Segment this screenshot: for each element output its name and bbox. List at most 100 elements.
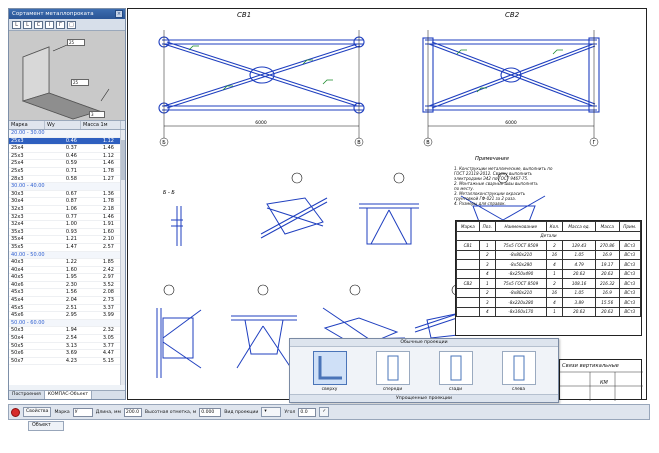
tab-kompas-object[interactable]: КОМПАС-Объект: [44, 391, 93, 399]
profile-library-panel: Сортамент металлопроката × L L C I Г □ 2…: [8, 8, 126, 400]
table-cell: [456, 249, 480, 260]
projection-left[interactable]: слева: [499, 351, 539, 395]
thickness-field[interactable]: 3: [89, 111, 105, 118]
table-row[interactable]: 45x6 2.95 3.99: [9, 312, 125, 320]
table-row[interactable]: 45x4 2.04 2.73: [9, 297, 125, 305]
table-cell: ВСт3: [618, 278, 642, 289]
popup-footer[interactable]: Упрощенные проекции: [290, 394, 558, 402]
table-row[interactable]: 25x3 0.46 1.12: [9, 153, 125, 161]
column-header-mark[interactable]: Марка: [9, 121, 45, 129]
table-cell: 4: [545, 297, 564, 308]
table-row[interactable]: 35x4 1.21 2.10: [9, 236, 125, 244]
table-cell: 50x3: [11, 327, 24, 334]
table-row[interactable]: 40x5 1.95 2.97: [9, 274, 125, 282]
projection-top[interactable]: сверху: [310, 351, 350, 395]
list-group-header[interactable]: 20.00 - 30.00: [9, 130, 125, 138]
table-row[interactable]: 40x3 1.22 1.85: [9, 259, 125, 267]
table-row[interactable]: 25x5 0.71 1.78: [9, 168, 125, 176]
table-cell: 3.13: [65, 342, 77, 349]
panel-title: Сортамент металлопроката: [12, 11, 94, 17]
table-row[interactable]: 50x7 4.23 5.15: [9, 358, 125, 366]
table-row[interactable]: 35x3 0.93 1.60: [9, 229, 125, 237]
table-cell: 1: [478, 278, 496, 289]
note-line: 4. Размеры для справок.: [454, 201, 506, 206]
table-cell: ВСт3: [618, 287, 642, 298]
angle-profile-icon[interactable]: L: [12, 21, 21, 29]
length-input[interactable]: 200.0: [123, 407, 142, 417]
unequal-angle-icon[interactable]: L: [23, 21, 32, 29]
table-cell: 1.78: [102, 167, 114, 174]
spec-header: Марка: [456, 221, 480, 232]
table-row[interactable]: 25x4 0.37 1.46: [9, 145, 125, 153]
tab-construction[interactable]: Построения: [9, 391, 45, 399]
table-cell: ВСт3: [618, 240, 642, 251]
list-group-header[interactable]: 40.00 - 50.00: [9, 251, 125, 260]
table-cell: 16: [545, 249, 564, 260]
spec-header: Кол.: [545, 221, 564, 232]
projection-front[interactable]: спереди: [373, 351, 413, 395]
apply-icon[interactable]: ✓: [319, 407, 330, 417]
table-row[interactable]: 50x6 3.69 4.47: [9, 350, 125, 358]
ibeam-icon[interactable]: I: [45, 21, 54, 29]
table-row[interactable]: 45x3 1.56 2.08: [9, 289, 125, 298]
table-cell: 2: [478, 249, 496, 260]
projection-label: слева: [511, 387, 526, 392]
close-icon[interactable]: ×: [115, 10, 123, 18]
table-row[interactable]: 50x4 2.54 3.05: [9, 335, 125, 343]
table-row[interactable]: 28x3 0.58 1.27: [9, 176, 125, 184]
properties-button[interactable]: Свойства: [23, 407, 52, 417]
column-header-mass[interactable]: Масса 1м: [81, 121, 121, 129]
list-group-header[interactable]: 50.00 - 60.00: [9, 319, 125, 328]
list-group-header[interactable]: 30.00 - 40.00: [9, 183, 125, 191]
height-input[interactable]: 0.000: [199, 407, 222, 417]
table-row[interactable]: 25x4 0.59 1.46: [9, 160, 125, 168]
projection-back[interactable]: сзади: [436, 351, 476, 395]
mark-input[interactable]: У: [72, 407, 93, 417]
table-row[interactable]: 45x5 2.51 3.37: [9, 305, 125, 313]
table-row[interactable]: 50x3 1.94 2.32: [9, 327, 125, 336]
specification-table: Марка Поз. Наименование Кол. Масса ед. М…: [455, 220, 642, 336]
table-cell: [456, 287, 480, 298]
table-row[interactable]: 35x5 1.47 2.57: [9, 244, 125, 252]
table-row[interactable]: 40x6 2.30 3.52: [9, 282, 125, 290]
table-cell: ВСт3: [618, 297, 642, 308]
angle-input[interactable]: 0.0: [298, 407, 317, 417]
table-cell: 4: [478, 268, 496, 279]
table-row[interactable]: 32x4 1.00 1.91: [9, 221, 125, 229]
width-field[interactable]: 25: [67, 39, 85, 46]
table-cell: 0.71: [65, 167, 77, 174]
tube-icon[interactable]: □: [67, 21, 76, 29]
table-row[interactable]: 50x5 3.13 3.77: [9, 343, 125, 351]
stop-icon[interactable]: [11, 407, 20, 417]
table-cell: 2: [545, 240, 564, 251]
table-row[interactable]: 30x4 0.87 1.78: [9, 198, 125, 206]
table-cell: 2.18: [102, 205, 114, 212]
axis-label-v2: В: [426, 140, 430, 146]
profile-table-scrollbar[interactable]: [120, 130, 125, 385]
table-row[interactable]: 40x4 1.60 2.42: [9, 267, 125, 275]
table-row[interactable]: 32x3 0.77 1.46: [9, 214, 125, 222]
table-cell: 2.95: [65, 312, 77, 319]
height-field[interactable]: 25: [71, 79, 89, 86]
spec-header-row: Марка Поз. Наименование Кол. Масса ед. М…: [456, 221, 642, 232]
table-cell: 2.30: [65, 281, 77, 288]
table-row[interactable]: 25x3 0.46 1.12: [9, 137, 125, 146]
table-cell: [456, 297, 480, 308]
table-row[interactable]: 32x3 1.06 2.18: [9, 206, 125, 214]
table-cell: 1.94: [65, 327, 77, 334]
table-cell: 20.62: [594, 306, 620, 317]
table-cell: 4.79: [562, 259, 596, 270]
table-row: 2 -8x80x210 16 1.05 16.9 ВСт3: [456, 287, 642, 298]
table-cell: 2.32: [102, 327, 114, 334]
table-cell: 3.05: [102, 335, 114, 342]
scrollbar-thumb[interactable]: [121, 140, 125, 180]
channel-icon[interactable]: C: [34, 21, 43, 29]
tee-icon[interactable]: Г: [56, 21, 65, 29]
table-cell: 4.23: [65, 357, 77, 364]
column-header-wy[interactable]: Wy: [45, 121, 81, 129]
view-dropdown[interactable]: ▾: [261, 407, 282, 417]
title-block: Связи вертикальные КМ: [559, 359, 643, 401]
tab-object[interactable]: Объект: [28, 421, 64, 431]
table-row[interactable]: 30x3 0.67 1.36: [9, 191, 125, 199]
spec-header: Наименование: [494, 221, 547, 232]
